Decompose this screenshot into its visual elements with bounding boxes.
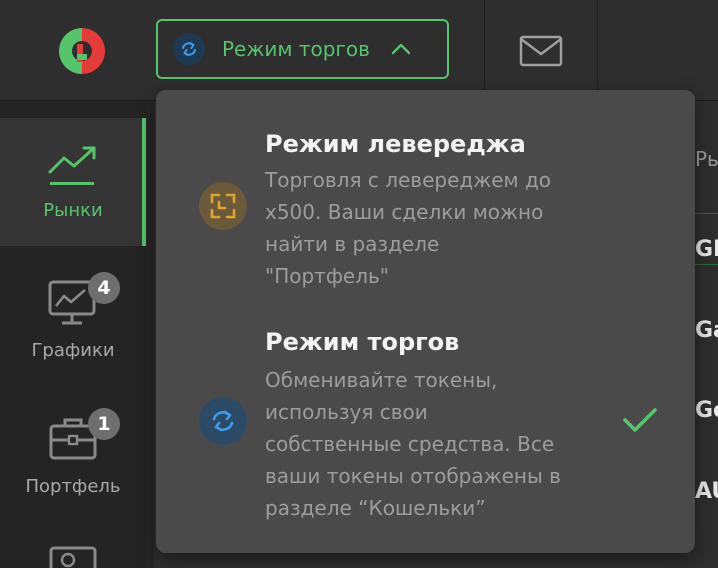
- option-leverage-mode[interactable]: Режим левереджа Торговля с левереджем до…: [156, 90, 695, 310]
- wallet-icon: [49, 546, 97, 568]
- table-row[interactable]: AU: [695, 479, 718, 504]
- chevron-up-icon: [391, 43, 411, 55]
- option-description: Обменивайте токены, используя свои собст…: [265, 368, 561, 520]
- table-row[interactable]: GI: [695, 237, 718, 262]
- top-bar: Режим торгов: [0, 0, 718, 101]
- mail-icon[interactable]: [519, 34, 563, 68]
- selected-check-icon: [623, 408, 657, 432]
- table-header: Ры: [695, 147, 718, 171]
- option-description: Торговля с левереджем до x500. Ваши сдел…: [265, 168, 552, 288]
- leverage-frame-icon: [199, 182, 247, 230]
- sidebar-item-label: Графики: [31, 340, 115, 361]
- option-title: Режим левереджа: [265, 130, 526, 158]
- chart-trend-icon: [48, 146, 96, 185]
- trading-mode-button[interactable]: Режим торгов: [156, 19, 449, 79]
- sidebar-item-label: Рынки: [43, 200, 103, 221]
- table-row[interactable]: Ga: [695, 318, 718, 343]
- notification-badge: 1: [88, 408, 120, 440]
- app-logo-icon[interactable]: [55, 24, 109, 78]
- sidebar-item-markets[interactable]: Рынки: [0, 118, 146, 246]
- trading-mode-label: Режим торгов: [222, 37, 370, 61]
- table-row[interactable]: Ge: [695, 398, 718, 423]
- content-divider: [146, 101, 154, 568]
- option-trading-mode[interactable]: Режим торгов Обменивайте токены, использ…: [156, 310, 695, 553]
- swap-arrows-icon: [199, 397, 247, 445]
- top-divider: [597, 0, 598, 100]
- option-title: Режим торгов: [265, 328, 460, 356]
- notification-badge: 4: [88, 272, 120, 304]
- swap-arrows-icon: [173, 33, 205, 65]
- top-divider: [484, 0, 485, 100]
- sidebar: Рынки Графики 4 Портфель 1: [0, 101, 146, 568]
- sidebar-item-portfolio[interactable]: Портфель 1: [0, 390, 146, 518]
- sidebar-item-label: Портфель: [25, 476, 121, 497]
- sidebar-item-charts[interactable]: Графики 4: [0, 254, 146, 382]
- trading-mode-dropdown: Режим левереджа Торговля с левереджем до…: [156, 90, 695, 553]
